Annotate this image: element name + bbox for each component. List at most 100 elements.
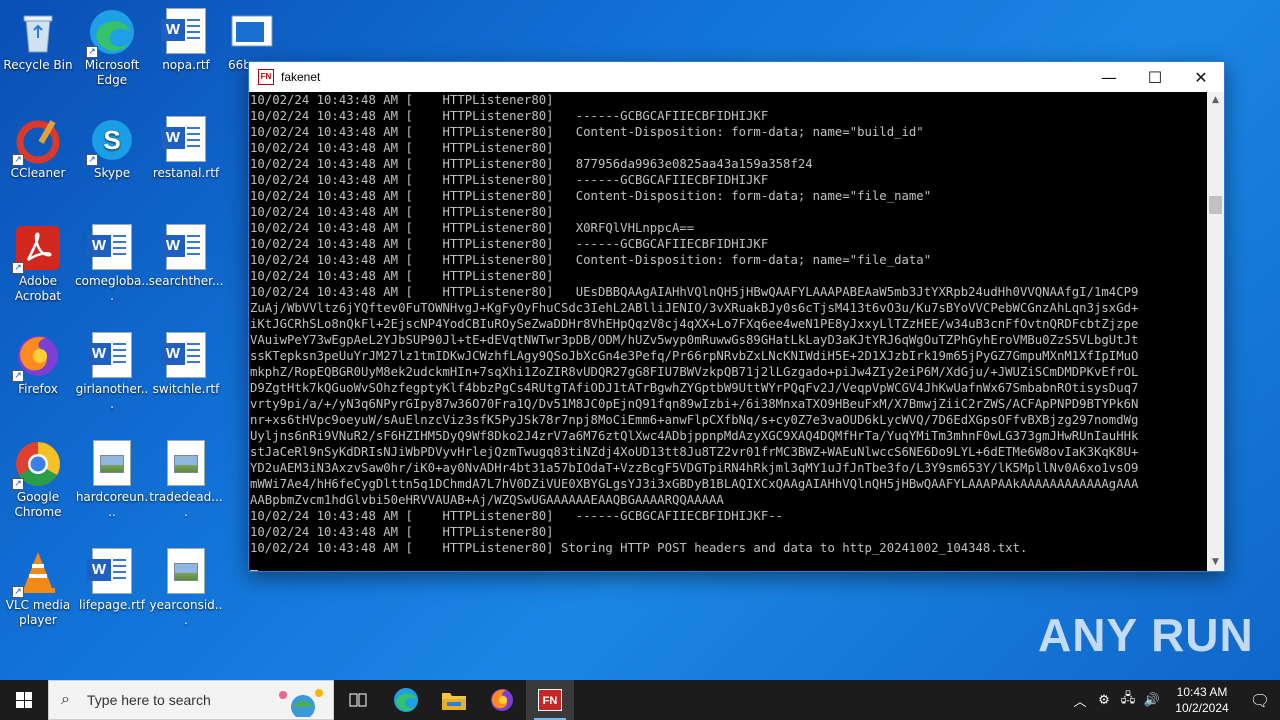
network-icon[interactable]: 🖧 <box>1116 689 1140 711</box>
fakenet-window[interactable]: FN fakenet — ☐ ✕ 10/02/24 10:43:48 AM [ … <box>248 61 1225 572</box>
task-view-button[interactable] <box>334 680 382 720</box>
console-line: 10/02/24 10:43:48 AM [ HTTPListener80] X… <box>250 221 695 235</box>
console-line: YD2uAEM3iN3AxzvSaw0hr/iK0+ay0NvADHr4bt31… <box>250 461 1139 475</box>
word-doc-icon: W <box>161 224 210 272</box>
word-doc-icon: W <box>161 116 210 164</box>
console-line: 10/02/24 10:43:48 AM [ HTTPListener80] C… <box>250 189 932 203</box>
console-line: 10/02/24 10:43:48 AM [ HTTPListener80] C… <box>250 125 924 139</box>
console-line: ssKTepksn3peUuYrJM27lz1tmIDKwJCWzhfLAgy9… <box>250 349 1139 363</box>
icon-label: comegloba... <box>75 274 149 303</box>
scroll-down-arrow-icon[interactable]: ▼ <box>1207 554 1224 571</box>
icon-label: CCleaner <box>10 166 66 180</box>
desktop-icon-nopa[interactable]: W nopa.rtf <box>148 8 224 73</box>
firefox-icon: ↗ <box>12 332 62 382</box>
desktop-icon-yearconsid[interactable]: yearconsid... <box>148 548 224 628</box>
desktop-icon-girlanother[interactable]: W girlanother... <box>74 332 150 412</box>
desktop-icon-acrobat[interactable]: ↗ Adobe Acrobat <box>0 224 76 304</box>
console-line: D9ZgtHtk7kQGuoWvSOhzfegptyKlf4bbzPgCs4RU… <box>250 381 1139 395</box>
start-button[interactable] <box>0 680 48 720</box>
window-titlebar[interactable]: FN fakenet — ☐ ✕ <box>249 62 1224 92</box>
console-line: 10/02/24 10:43:48 AM [ HTTPListener80] <box>250 141 554 155</box>
console-line: AABpbmZvcm1hdGlvbi50eHRVVAUAB+Aj/WZQSwUG… <box>250 493 724 507</box>
word-doc-icon: W <box>87 224 136 272</box>
notification-center-icon[interactable]: 🗨 <box>1240 691 1280 710</box>
console-line: mWWi7Ae4/hH6feCygDlttn5q1DChmdA7L7hV0DZi… <box>250 477 1139 491</box>
console-line: 10/02/24 10:43:48 AM [ HTTPListener80] -… <box>250 509 784 523</box>
vlc-icon: ↗ <box>12 548 62 598</box>
desktop-icon-vlc[interactable]: ↗ VLC media player <box>0 548 76 628</box>
icon-label: Google Chrome <box>14 490 62 519</box>
console-cursor <box>250 570 258 571</box>
volume-icon[interactable]: 🔊 <box>1140 693 1164 708</box>
console-line: 10/02/24 10:43:48 AM [ HTTPListener80] -… <box>250 173 769 187</box>
file-explorer-taskbar-button[interactable] <box>430 680 478 720</box>
minimize-button[interactable]: — <box>1086 62 1132 92</box>
fakenet-taskbar-button[interactable]: FN <box>526 680 574 720</box>
clock-date: 10/2/2024 <box>1175 701 1229 715</box>
console-line: stJaCeRl9nSyKdDRIsNJiWbPDVyvHrlejQzmTwug… <box>250 445 1139 459</box>
scroll-up-arrow-icon[interactable]: ▲ <box>1207 92 1224 109</box>
close-button[interactable]: ✕ <box>1178 62 1224 92</box>
console-line: 10/02/24 10:43:48 AM [ HTTPListener80] <box>250 93 554 107</box>
fakenet-app-icon: FN <box>258 69 274 85</box>
word-doc-icon: W <box>161 8 210 56</box>
console-line: VAuiwPeY73wEgpAeL2YJbSUP90Jl+tE+dEVqtNWT… <box>250 333 1139 347</box>
desktop-icon-chrome[interactable]: ↗ Google Chrome <box>0 440 76 520</box>
console-output[interactable]: 10/02/24 10:43:48 AM [ HTTPListener80] 1… <box>249 92 1207 571</box>
taskbar-search-box[interactable]: ⌕ Type here to search <box>48 680 334 720</box>
firefox-taskbar-button[interactable] <box>478 680 526 720</box>
console-line: 10/02/24 10:43:48 AM [ HTTPListener80] -… <box>250 109 769 123</box>
icon-label: Microsoft Edge <box>84 58 140 87</box>
icon-label: tradedead.... <box>149 490 223 519</box>
edge-taskbar-icon <box>394 688 418 712</box>
svg-text:S: S <box>103 125 120 155</box>
window-app-icon <box>228 8 276 56</box>
icon-label: Firefox <box>18 382 58 396</box>
console-line: vrty9pi/a/+/yN3q6NPyrGIpy87w36O70Fra1Q/D… <box>250 397 1139 411</box>
taskbar: ⌕ Type here to search FN ︿ ⚙ 🖧 🔊 10:43 A… <box>0 680 1280 720</box>
desktop-icon-lifepage[interactable]: W lifepage.rtf <box>74 548 150 613</box>
console-line: nr+xs6tHVpc9oeyuW/sAuElnzcViz3sfK5PyJSk7… <box>250 413 1139 427</box>
word-doc-icon: W <box>87 548 136 596</box>
icon-label: Adobe Acrobat <box>14 274 62 303</box>
icon-label: restanal.rtf <box>152 166 220 180</box>
icon-label: nopa.rtf <box>162 58 210 72</box>
desktop-icon-restanal[interactable]: W restanal.rtf <box>148 116 224 181</box>
recycle-bin-icon <box>14 8 62 56</box>
maximize-button[interactable]: ☐ <box>1132 62 1178 92</box>
windows-logo-icon <box>16 692 32 708</box>
chevron-up-icon[interactable]: ︿ <box>1068 691 1092 710</box>
network-device-icon[interactable]: ⚙ <box>1092 693 1116 708</box>
desktop-icon-edge[interactable]: ↗ Microsoft Edge <box>74 8 150 88</box>
taskbar-clock[interactable]: 10:43 AM 10/2/2024 <box>1164 684 1240 716</box>
desktop-icon-comegloba[interactable]: W comegloba... <box>74 224 150 304</box>
desktop-icon-recycle-bin[interactable]: Recycle Bin <box>0 8 76 73</box>
word-doc-icon: W <box>161 332 210 380</box>
search-placeholder: Type here to search <box>87 692 211 708</box>
vertical-scrollbar[interactable]: ▲ ▼ <box>1207 92 1224 571</box>
desktop-icon-hardcoreun[interactable]: hardcoreun... <box>74 440 150 520</box>
icon-label: lifepage.rtf <box>79 598 145 612</box>
image-file-icon <box>88 440 136 488</box>
console-line: 10/02/24 10:43:48 AM [ HTTPListener80] <box>250 525 554 539</box>
desktop-icon-searchther[interactable]: W searchther... <box>148 224 224 289</box>
desktop-icon-tradedead[interactable]: tradedead.... <box>148 440 224 520</box>
scroll-thumb[interactable] <box>1209 196 1222 214</box>
icon-label: Recycle Bin <box>3 58 73 72</box>
edge-taskbar-button[interactable] <box>382 680 430 720</box>
icon-label: Skype <box>93 166 131 180</box>
desktop-icon-ccleaner[interactable]: ↗ CCleaner <box>0 116 76 181</box>
word-doc-icon: W <box>87 332 136 380</box>
desktop-icon-switchle[interactable]: W switchle.rtf <box>148 332 224 397</box>
firefox-taskbar-icon <box>491 689 513 711</box>
desktop-icon-skype[interactable]: S ↗ Skype <box>74 116 150 181</box>
skype-icon: S ↗ <box>86 116 136 166</box>
console-line: 10/02/24 10:43:48 AM [ HTTPListener80] 8… <box>250 157 813 171</box>
desktop-icon-firefox[interactable]: ↗ Firefox <box>0 332 76 397</box>
icon-label: girlanother... <box>75 382 149 411</box>
image-file-icon <box>162 548 210 596</box>
console-line: 10/02/24 10:43:48 AM [ HTTPListener80] U… <box>250 285 1139 299</box>
file-explorer-icon <box>442 693 466 710</box>
console-line: ZuAj/WbVVltz6jYQftev0FuTOWNHvgJ+KgFyOyFh… <box>250 301 1139 315</box>
window-title: fakenet <box>281 70 321 84</box>
